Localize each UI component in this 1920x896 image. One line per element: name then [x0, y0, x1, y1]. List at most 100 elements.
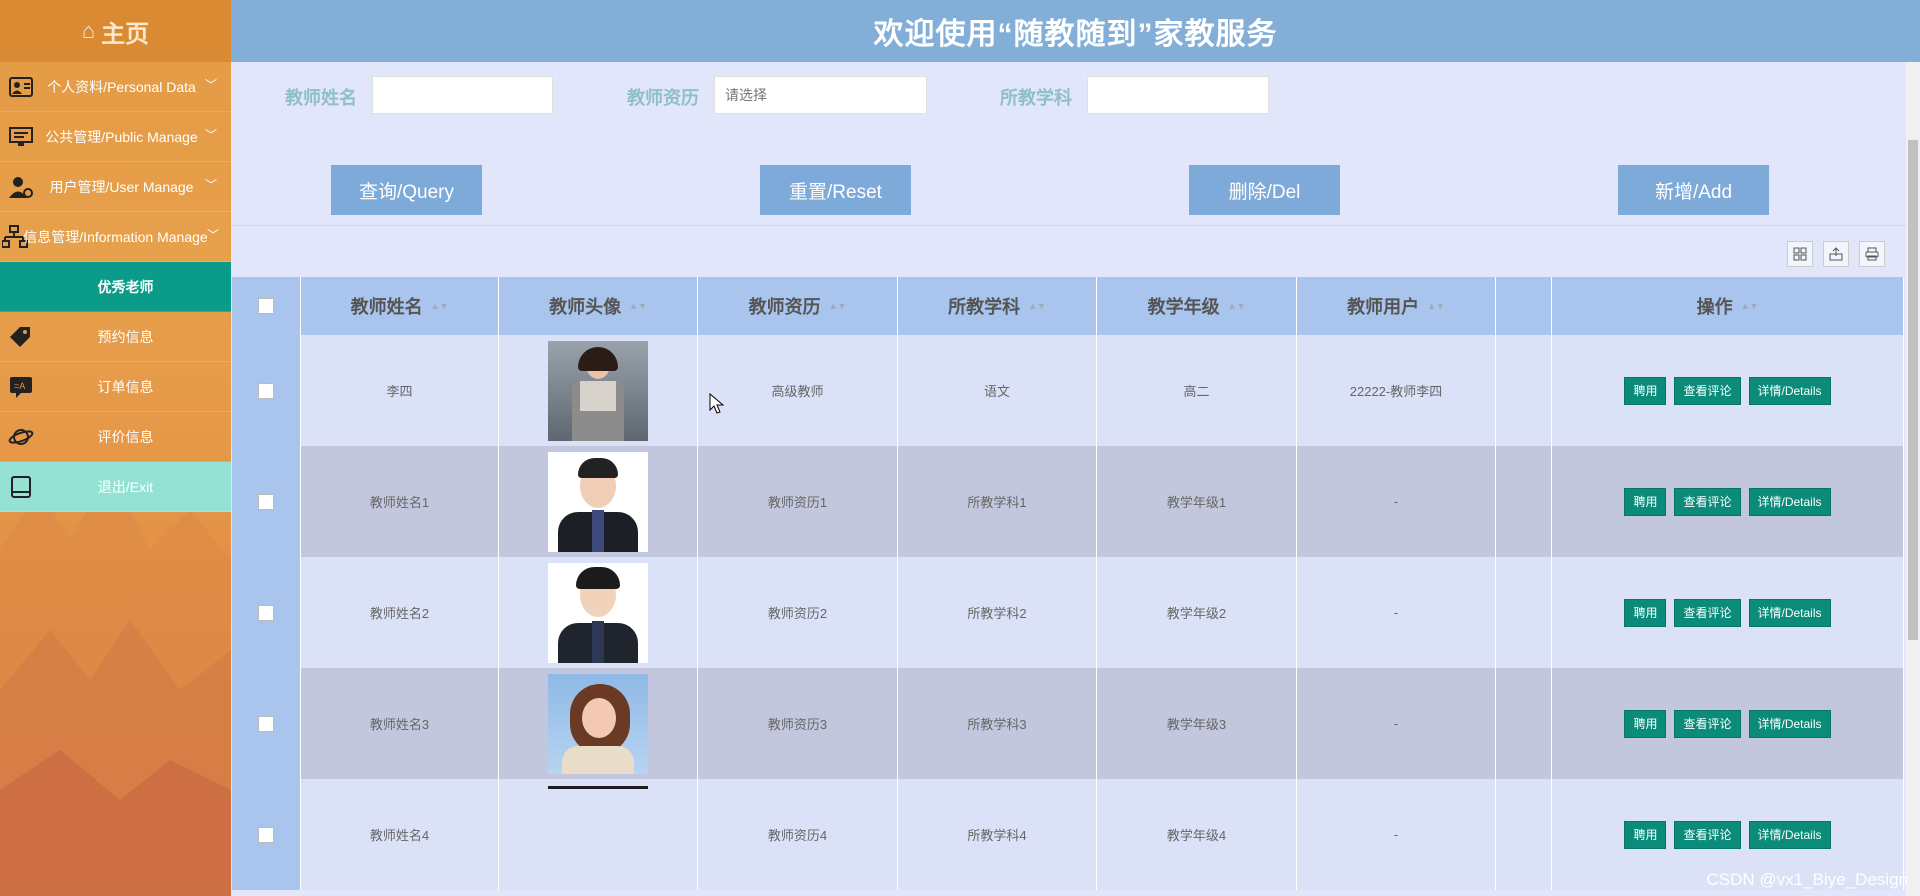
print-button[interactable] [1859, 241, 1885, 267]
row-select-cell[interactable] [232, 668, 301, 779]
home-link[interactable]: ⌂ 主页 [0, 0, 231, 62]
sidebar-item-excellent-teachers[interactable]: 优秀老师 [0, 262, 231, 312]
teacher-edu-label: 教师资历 [627, 88, 699, 108]
table-header-cell[interactable]: 教学年级 ▲▼ [1097, 277, 1297, 335]
cell-text: 教学年级4 [1166, 828, 1227, 843]
details-button[interactable]: 详情/Details [1748, 487, 1831, 516]
view-reviews-button[interactable]: 查看评论 [1674, 487, 1741, 516]
teacher-photo-cell [499, 335, 698, 446]
view-reviews-button[interactable]: 查看评论 [1674, 820, 1741, 849]
id-card-icon [9, 77, 33, 97]
sort-icon: ▲▼ [1227, 301, 1246, 311]
hire-button[interactable]: 聘用 [1624, 487, 1667, 516]
query-button[interactable]: 查询/Query [331, 165, 482, 215]
table-header-cell[interactable]: 教师用户 ▲▼ [1297, 277, 1496, 335]
page-scrollbar[interactable] [1906, 62, 1920, 896]
cell-text: 教师姓名4 [369, 828, 430, 843]
add-button[interactable]: 新增/Add [1618, 165, 1769, 215]
cell-text: 教师资历4 [767, 828, 828, 843]
view-reviews-button[interactable]: 查看评论 [1674, 376, 1741, 405]
sidebar-item-reviews[interactable]: 评价信息 [0, 412, 231, 462]
home-icon: ⌂ [81, 18, 96, 43]
sort-icon: ▲▼ [430, 301, 449, 311]
hire-button[interactable]: 聘用 [1624, 376, 1667, 405]
user-gear-icon [9, 177, 33, 198]
table-header-cell[interactable]: 教师头像 ▲▼ [499, 277, 698, 335]
table-cell-grade: 教学年级3 [1097, 668, 1297, 779]
select-all-checkbox[interactable] [258, 298, 274, 314]
teacher-avatar [548, 786, 648, 790]
details-button[interactable]: 详情/Details [1748, 376, 1831, 405]
table-header-row: 教师姓名 ▲▼ 教师头像 ▲▼ 教师资历 ▲▼ 所教学科 ▲▼ 教学年级 ▲▼ 教师用户 ▲… [232, 277, 1904, 335]
table-header-cell[interactable]: 教师资历 ▲▼ [698, 277, 898, 335]
view-reviews-button[interactable]: 查看评论 [1674, 709, 1741, 738]
translate-icon: =A [10, 377, 32, 398]
cell-text: 教师姓名3 [369, 717, 430, 732]
cell-text: - [1393, 494, 1399, 509]
hire-button[interactable]: 聘用 [1624, 709, 1667, 738]
details-button[interactable]: 详情/Details [1748, 598, 1831, 627]
table-header-cell[interactable]: 操作 ▲▼ [1552, 277, 1904, 335]
export-button[interactable] [1823, 241, 1849, 267]
sidebar-item-label: 用户管理/User Manage [49, 178, 194, 195]
hire-button[interactable]: 聘用 [1624, 598, 1667, 627]
table-row: 教师姓名3 教师资历3 所教学科3 教学年级3 - 聘用 查看评论 详情/Details [232, 668, 1904, 779]
table-row: 李四 高级教师 语文 高二 22222-教师李四 聘用 查看评论 详情/Details [232, 335, 1904, 446]
teacher-photo-cell [499, 446, 698, 557]
table-row: 教师姓名1 教师资历1 所教学科1 教学年级1 - 聘用 查看评论 详情/Details [232, 446, 1904, 557]
sidebar-item-exit[interactable]: 退出/Exit [0, 462, 231, 512]
table-header-cell[interactable]: 教师姓名 ▲▼ [301, 277, 499, 335]
mouse-cursor-icon [709, 393, 725, 414]
sidebar-item-orders[interactable]: =A 订单信息 [0, 362, 231, 412]
hire-button[interactable]: 聘用 [1624, 820, 1667, 849]
table-cell-name: 教师姓名1 [301, 446, 499, 557]
subject-label: 所教学科 [1000, 88, 1072, 108]
sidebar-item-user-manage[interactable]: 用户管理/User Manage ﹀ [0, 162, 231, 212]
operations-cell: 聘用 查看评论 详情/Details [1552, 335, 1904, 446]
row-select-cell[interactable] [232, 446, 301, 557]
cell-text: 教师资历3 [767, 717, 828, 732]
table-header-cell-empty [1496, 277, 1552, 335]
row-checkbox[interactable] [258, 715, 274, 732]
row-select-cell[interactable] [232, 335, 301, 446]
teacher-name-input[interactable] [372, 76, 553, 114]
row-select-cell[interactable] [232, 557, 301, 668]
table-cell-name: 教师姓名3 [301, 668, 499, 779]
cell-text: 高级教师 [771, 384, 824, 399]
table-cell-edu: 教师资历1 [698, 446, 898, 557]
sort-icon: ▲▼ [1028, 301, 1046, 311]
table-cell-name: 教师姓名2 [301, 557, 499, 668]
header-label: 教学年级 [1147, 297, 1220, 317]
sidebar-item-appointments[interactable]: 预约信息 [0, 312, 231, 362]
details-button[interactable]: 详情/Details [1748, 820, 1831, 849]
operations-cell: 聘用 查看评论 详情/Details [1552, 446, 1904, 557]
sidebar-item-personal-data[interactable]: 个人资料/Personal Data ﹀ [0, 62, 231, 112]
row-checkbox[interactable] [258, 604, 274, 621]
sidebar-item-information-manage[interactable]: 信息管理/Information Manage ﹀ [0, 212, 231, 262]
empty-cell [1496, 557, 1552, 668]
teacher-edu-select[interactable] [714, 76, 927, 114]
sidebar-item-public-manage[interactable]: 公共管理/Public Manage ﹀ [0, 112, 231, 162]
row-checkbox[interactable] [258, 493, 274, 510]
header-select-all[interactable] [232, 277, 301, 335]
cell-text: 所教学科3 [967, 717, 1027, 732]
row-checkbox[interactable] [258, 826, 274, 843]
table-cell-subject: 语文 [898, 335, 1097, 446]
details-button[interactable]: 详情/Details [1748, 709, 1831, 738]
view-reviews-button[interactable]: 查看评论 [1674, 598, 1741, 627]
chevron-down-icon: ﹀ [204, 78, 217, 92]
cell-text: 所教学科1 [967, 495, 1027, 510]
subject-input[interactable] [1087, 76, 1269, 114]
chevron-down-icon: ﹀ [204, 178, 217, 192]
row-select-cell[interactable] [232, 779, 301, 890]
operations-cell: 聘用 查看评论 详情/Details [1552, 668, 1904, 779]
svg-text:=A: =A [14, 381, 25, 391]
page-header: 欢迎使用“随教随到”家教服务 [231, 0, 1920, 62]
reset-button[interactable]: 重置/Reset [760, 165, 911, 215]
columns-toggle-button[interactable] [1787, 241, 1813, 267]
cell-text: 李四 [386, 384, 413, 399]
scrollbar-thumb[interactable] [1908, 140, 1918, 640]
table-header-cell[interactable]: 所教学科 ▲▼ [898, 277, 1097, 335]
row-checkbox[interactable] [258, 382, 274, 399]
delete-button[interactable]: 删除/Del [1189, 165, 1340, 215]
